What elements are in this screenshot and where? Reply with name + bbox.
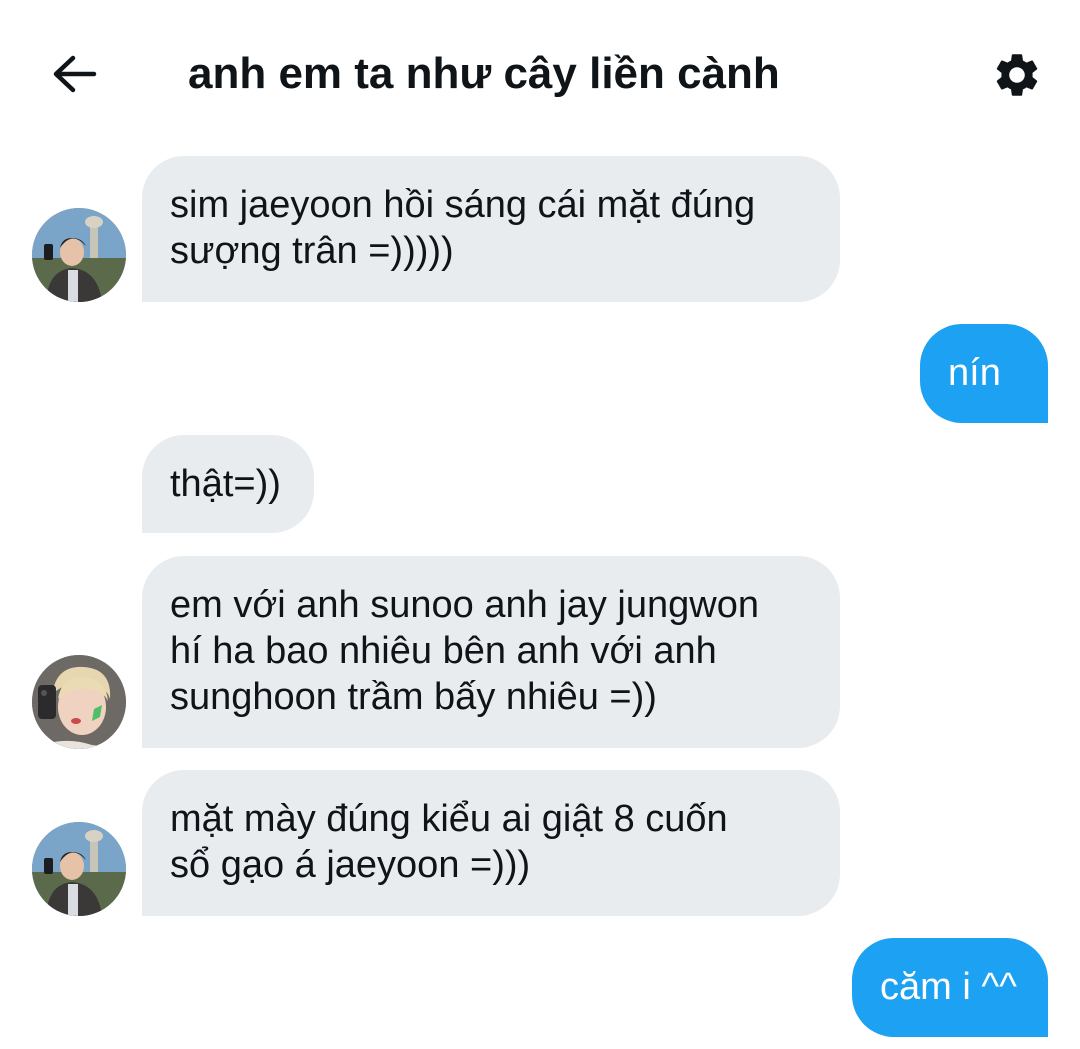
settings-button[interactable] (986, 44, 1048, 106)
message-bubble-incoming[interactable]: thật=)) (142, 435, 314, 533)
top-bar: anh em ta như cây liền cành (0, 0, 1080, 140)
message-text-line: sổ gạo á jaeyoon =))) (170, 844, 531, 886)
message-bubble-incoming[interactable]: mặt mày đúng kiểu ai giật 8 cuốn sổ gạo … (142, 770, 840, 916)
message-text-line: sượng trân =))))) (170, 230, 454, 272)
conversation-title: anh em ta như cây liền cành (188, 49, 780, 98)
message-text-line: em với anh sunoo anh jay jungwon (170, 584, 759, 626)
message-text-line: hí ha bao nhiêu bên anh với anh (170, 630, 717, 672)
message-text-line: mặt mày đúng kiểu ai giật 8 cuốn (170, 798, 728, 840)
message-text-line: căm i ^^ (880, 966, 1018, 1008)
message-text-line: thật=)) (170, 463, 281, 505)
arrow-left-icon (53, 55, 97, 93)
gear-icon (996, 54, 1038, 96)
message-bubble-incoming[interactable]: em với anh sunoo anh jay jungwon hí ha b… (142, 556, 840, 748)
message-bubble-incoming[interactable]: sim jaeyoon hồi sáng cái mặt đúng sượng … (142, 156, 840, 302)
message-text-line: sunghoon trầm bấy nhiêu =)) (170, 676, 657, 718)
avatar[interactable] (32, 822, 126, 916)
message-bubble-outgoing[interactable]: căm i ^^ (852, 938, 1048, 1037)
message-text-line: nín (948, 352, 1001, 394)
message-bubble-outgoing[interactable]: nín (920, 324, 1048, 423)
back-button[interactable] (44, 46, 104, 102)
avatar[interactable] (32, 655, 126, 749)
message-text-line: sim jaeyoon hồi sáng cái mặt đúng (170, 184, 756, 226)
avatar[interactable] (32, 208, 126, 302)
